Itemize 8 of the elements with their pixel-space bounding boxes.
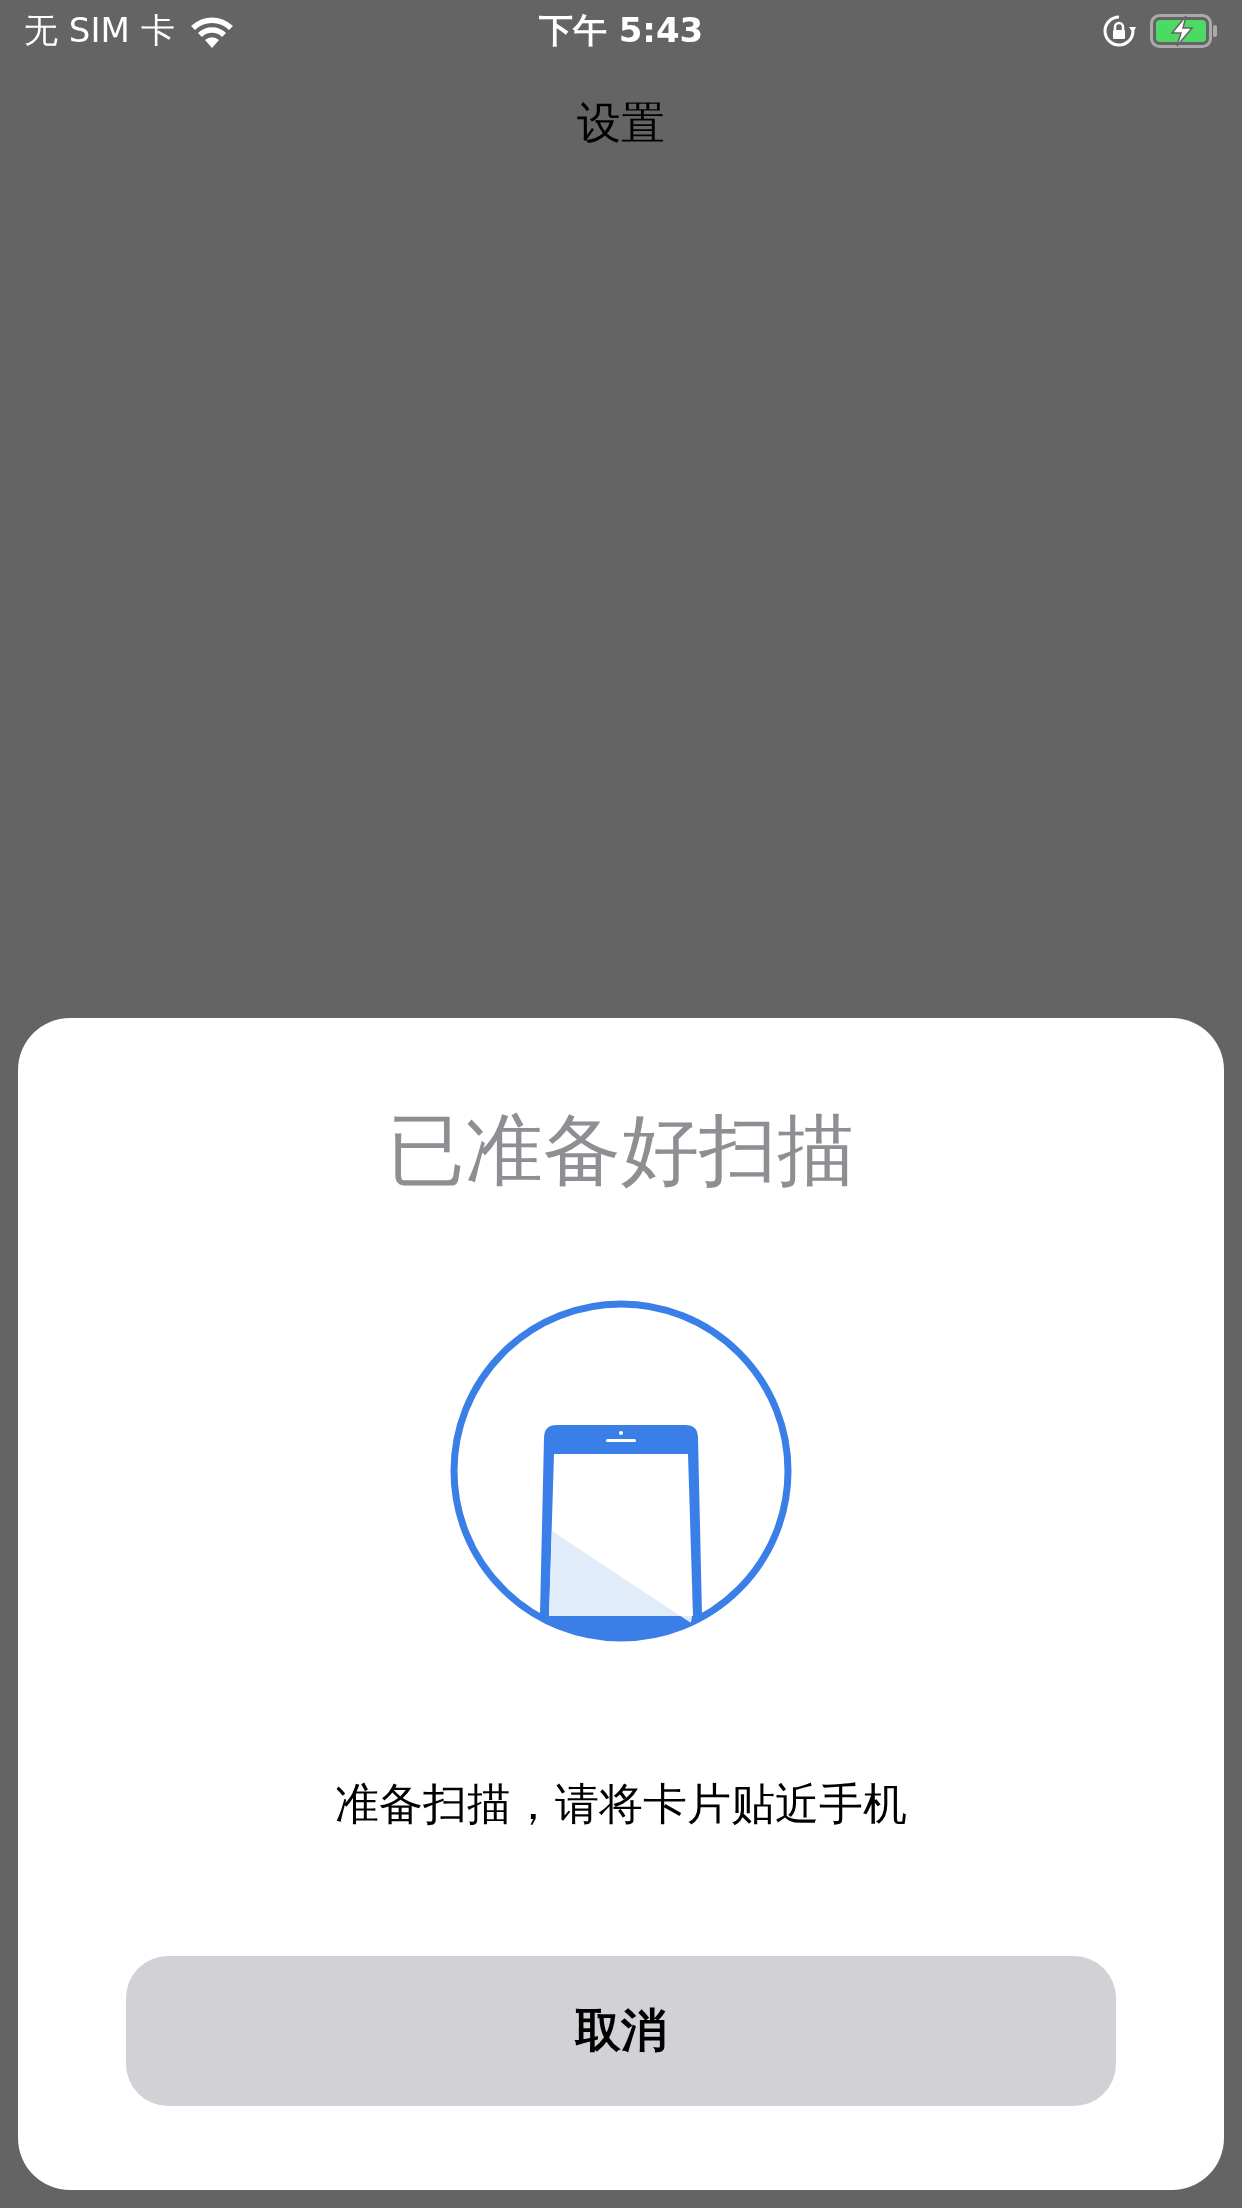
scan-message: 准备扫描，请将卡片贴近手机: [335, 1777, 907, 1831]
time-label: 下午 5:43: [538, 9, 704, 52]
phone-in-circle-icon: [448, 1298, 794, 1644]
rotation-lock-icon: [1102, 14, 1136, 48]
cancel-button[interactable]: 取消: [126, 1956, 1116, 2106]
nav-title: 设置: [577, 96, 665, 150]
carrier-label: 无 SIM 卡: [24, 9, 175, 52]
sheet-title: 已准备好扫描: [387, 1104, 855, 1197]
